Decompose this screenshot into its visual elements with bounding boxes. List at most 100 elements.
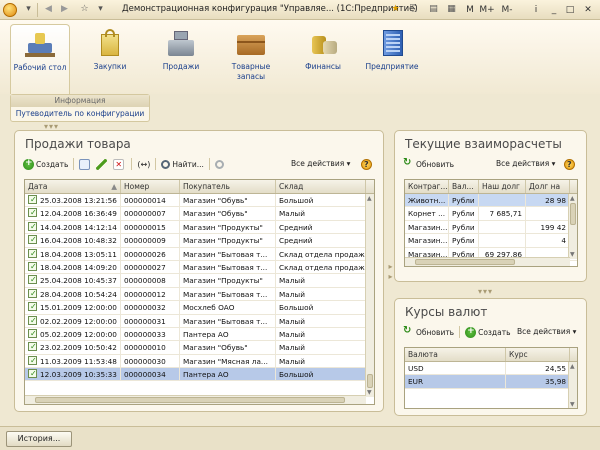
edit-button[interactable] [94, 157, 111, 171]
separator [209, 158, 210, 170]
cell-number: 000000009 [121, 234, 180, 246]
cell-buyer: Магазин "Бытовая т... [180, 261, 276, 273]
column-rate[interactable]: Курс [506, 348, 570, 361]
separator [131, 158, 132, 170]
rates-form: Курсы валют Обновить Создать Все действи… [394, 298, 587, 416]
vertical-scrollbar[interactable] [568, 362, 577, 409]
history-button[interactable]: История... [6, 431, 72, 447]
column-warehouse[interactable]: Склад [276, 180, 366, 193]
post-button[interactable]: (↔) [135, 157, 152, 171]
table-row[interactable]: 11.03.2009 11:53:48000000030Магазин "Мяс… [25, 355, 374, 368]
cell-buyer: Магазин "Продукты" [180, 234, 276, 246]
table-row[interactable]: 23.02.2009 10:50:42000000010Магазин "Обу… [25, 341, 374, 354]
cancel-search-button[interactable] [213, 157, 228, 171]
favorites-icon[interactable]: ★ [389, 3, 402, 16]
cell-number: 000000031 [121, 315, 180, 327]
vertical-scrollbar[interactable] [365, 194, 374, 397]
section-desktop[interactable]: Рабочий стол [10, 24, 70, 94]
table-row[interactable]: Животн...Рубли28 98 [405, 194, 577, 207]
table-row[interactable]: 25.04.2008 10:45:37000000008Магазин "Про… [25, 274, 374, 287]
table-row[interactable]: 12.03.2009 10:35:33000000034Пантера АОБо… [25, 368, 374, 381]
table-row[interactable]: 15.01.2009 12:00:00000000032Мосхлеб ОАОБ… [25, 301, 374, 314]
table-row[interactable]: 16.04.2008 10:48:32000000009Магазин "Про… [25, 234, 374, 247]
maximize-button[interactable]: □ [564, 3, 576, 17]
all-actions-menu[interactable]: Все действия ▾ [291, 159, 350, 168]
table-row[interactable]: Корнет ...Рубли7 685,71 [405, 207, 577, 220]
column-currency[interactable]: Вал... [449, 180, 479, 193]
nav-item-guide[interactable]: Путеводитель по конфигурации [11, 107, 149, 121]
section-enterprise[interactable]: Предприятие [362, 28, 422, 72]
table-row[interactable]: 18.04.2008 13:05:11000000026Магазин "Быт… [25, 248, 374, 261]
scroll-thumb[interactable] [367, 374, 373, 388]
column-currency[interactable]: Валюта [405, 348, 506, 361]
section-label: Продажи [151, 62, 211, 72]
history-icon[interactable]: ⎘ [407, 3, 420, 16]
posted-document-icon [28, 369, 37, 378]
section-sales[interactable]: Продажи [151, 28, 211, 72]
memory-button[interactable]: M [464, 3, 476, 17]
section-purchases[interactable]: Закупки [80, 28, 140, 72]
refresh-label: Обновить [416, 328, 454, 337]
table-row[interactable]: 28.04.2008 10:54:24000000012Магазин "Быт… [25, 288, 374, 301]
scroll-thumb[interactable] [35, 397, 345, 403]
column-our-debt[interactable]: Наш долг [479, 180, 526, 193]
column-buyer[interactable]: Покупатель [180, 180, 276, 193]
column-counterparty[interactable]: Контраг... [405, 180, 449, 193]
cell-number: 000000008 [121, 274, 180, 286]
scroll-thumb[interactable] [415, 259, 515, 265]
section-finance[interactable]: Финансы [293, 28, 353, 72]
column-date[interactable]: Дата▲ [25, 180, 121, 193]
rates-toolbar: Обновить Создать [401, 324, 513, 340]
table-row[interactable]: USD24,55 [405, 362, 577, 375]
calculator-icon[interactable]: ▦ [445, 3, 458, 16]
all-actions-menu[interactable]: Все действия ▾ [496, 159, 555, 168]
close-button[interactable]: ✕ [582, 3, 594, 17]
table-row[interactable]: 25.03.2008 13:21:56000000014Магазин "Обу… [25, 194, 374, 207]
all-actions-menu[interactable]: Все действия ▾ [517, 327, 576, 336]
table-row[interactable]: 14.04.2008 14:12:14000000015Магазин "Про… [25, 221, 374, 234]
table-row[interactable]: Магазин...Рубли4 [405, 234, 577, 247]
table-row[interactable]: 02.02.2009 12:00:00000000031Магазин "Быт… [25, 315, 374, 328]
back-icon[interactable]: ◀ [42, 3, 55, 16]
help-icon [361, 159, 372, 170]
create-button[interactable]: Создать [463, 325, 512, 339]
app-logo-icon[interactable] [3, 3, 17, 17]
vertical-scrollbar[interactable] [568, 194, 577, 259]
scroll-thumb[interactable] [570, 203, 576, 225]
cell-our-debt [479, 221, 526, 233]
dropdown-icon[interactable]: ▾ [94, 3, 107, 16]
horizontal-scrollbar[interactable] [405, 257, 570, 266]
table-row[interactable]: 18.04.2008 14:09:20000000027Магазин "Быт… [25, 261, 374, 274]
table-row[interactable]: 05.02.2009 12:00:00000000033Пантера АОМа… [25, 328, 374, 341]
create-button[interactable]: Создать [21, 157, 70, 171]
table-row[interactable]: EUR35,98 [405, 375, 577, 388]
settlements-toolbar: Обновить [401, 156, 456, 172]
minimize-button[interactable]: _ [548, 3, 560, 17]
copy-button[interactable] [77, 157, 94, 171]
refresh-button[interactable]: Обновить [401, 325, 456, 339]
help-button[interactable] [562, 157, 579, 171]
column-number[interactable]: Номер [121, 180, 180, 193]
info-button[interactable]: i [530, 3, 542, 17]
separator [155, 158, 156, 170]
posted-document-icon [28, 329, 37, 338]
column-their-debt[interactable]: Долг на [526, 180, 570, 193]
horizontal-splitter[interactable]: ▾▾▾ [478, 287, 493, 296]
cancel-search-icon [215, 160, 224, 169]
memory-plus-button[interactable]: M+ [479, 3, 495, 17]
forward-icon[interactable]: ▶ [58, 3, 71, 16]
printer-icon[interactable]: ▤ [427, 3, 440, 16]
table-row[interactable]: 12.04.2008 16:36:49000000007Магазин "Обу… [25, 207, 374, 220]
find-button[interactable]: Найти... [159, 157, 206, 171]
chevron-down-icon: ▾ [347, 159, 351, 168]
section-inventory[interactable]: Товарные запасы [221, 28, 281, 82]
delete-button[interactable] [111, 157, 128, 171]
table-row[interactable]: Магазин...Рубли199 42 [405, 221, 577, 234]
refresh-button[interactable]: Обновить [401, 157, 456, 171]
memory-minus-button[interactable]: M- [499, 3, 515, 17]
horizontal-scrollbar[interactable] [25, 395, 366, 404]
cell-number: 000000010 [121, 341, 180, 353]
help-button[interactable] [359, 157, 376, 171]
star-icon[interactable]: ☆ [78, 3, 91, 16]
menu-dropdown-icon[interactable]: ▾ [22, 3, 35, 16]
